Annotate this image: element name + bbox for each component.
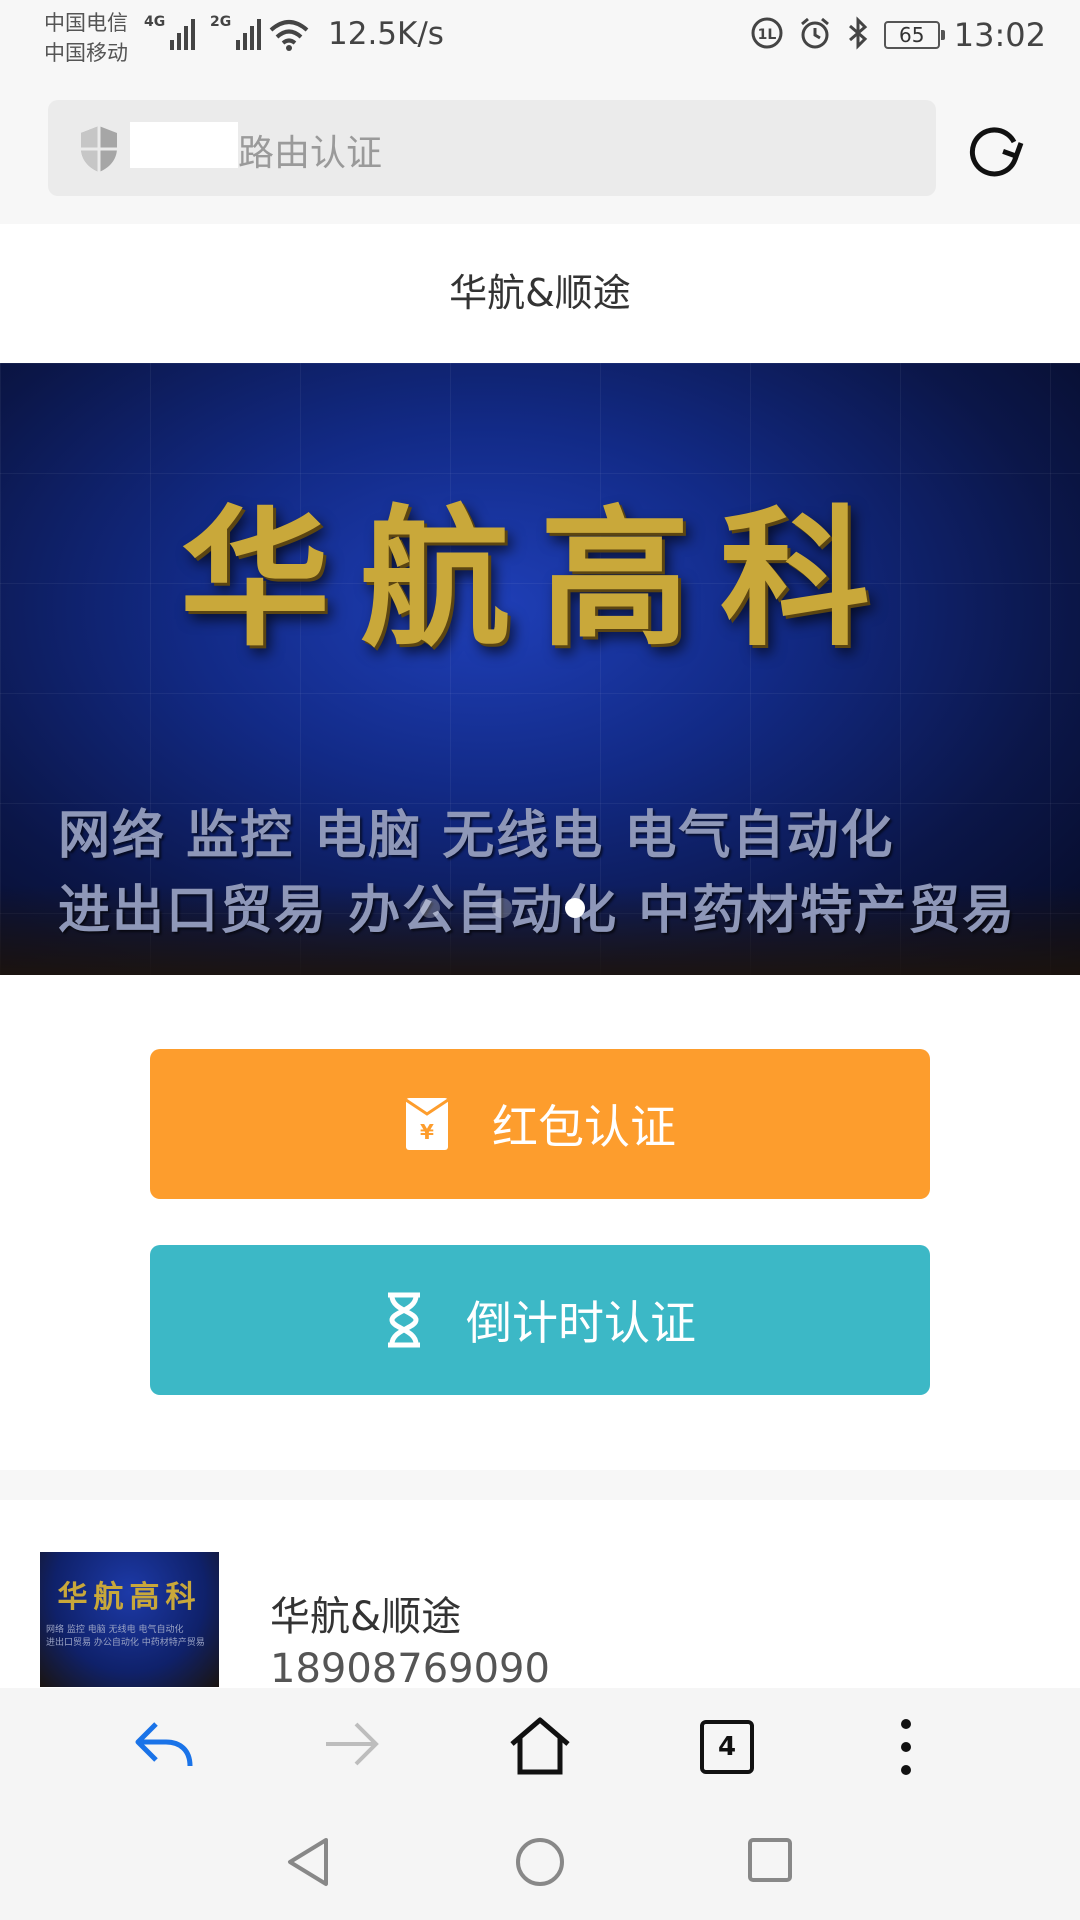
url-text[interactable]: 路由认证	[238, 124, 382, 176]
red-packet-auth-button[interactable]: ¥ 红包认证	[150, 1049, 930, 1199]
shield-icon	[78, 124, 120, 178]
back-arrow-icon[interactable]	[132, 1716, 196, 1776]
carrier-2: 中国移动	[44, 41, 128, 65]
more-vertical-icon[interactable]	[900, 1718, 912, 1780]
banner-sign-title: 华航高科	[179, 491, 900, 667]
browser-toolbar: 4	[0, 1688, 1080, 1806]
signal-2-gen: 2G	[210, 14, 232, 30]
carrier-names: 中国电信 中国移动	[44, 8, 128, 68]
address-bar[interactable]: 路由认证	[48, 100, 936, 196]
thumb-subtitle: 网络 监控 电脑 无线电 电气自动化 进出口贸易 办公自动化 中药材特产贸易	[46, 1624, 205, 1650]
redacted-region	[130, 122, 238, 168]
data-saver-icon: 1L	[750, 16, 784, 54]
svg-text:1L: 1L	[757, 27, 776, 43]
banner-sign-line-1: 网络 监控 电脑 无线电 电气自动化	[58, 806, 895, 866]
page-title: 华航&顺途	[449, 271, 631, 315]
countdown-auth-label: 倒计时认证	[466, 1296, 696, 1350]
square-recents-icon[interactable]	[746, 1836, 794, 1888]
banner-sign-line-2: 进出口贸易 办公自动化 中药材特产贸易	[58, 881, 1017, 941]
alarm-icon	[798, 16, 832, 54]
red-packet-icon: ¥	[404, 1096, 450, 1152]
shop-phone[interactable]: 18908769090	[270, 1646, 550, 1692]
wifi-icon	[268, 18, 310, 56]
system-nav-bar	[0, 1806, 1080, 1920]
carousel-dot-2[interactable]	[492, 898, 512, 918]
carousel-dot-1[interactable]	[420, 898, 440, 918]
bluetooth-icon	[846, 16, 870, 54]
carousel-dot-3[interactable]	[565, 898, 585, 918]
clock: 13:02	[953, 16, 1046, 54]
carrier-1: 中国电信	[44, 11, 128, 35]
thumb-title: 华航高科	[57, 1580, 202, 1615]
shop-thumbnail: 华航高科 网络 监控 电脑 无线电 电气自动化 进出口贸易 办公自动化 中药材特…	[40, 1552, 219, 1687]
browser-address-area: 路由认证	[0, 78, 1080, 224]
circle-home-icon[interactable]	[514, 1836, 566, 1892]
countdown-auth-button[interactable]: 倒计时认证	[150, 1245, 930, 1395]
signal-1-icon: 4G	[144, 14, 196, 50]
battery-icon: 65	[883, 21, 945, 49]
thumb-sub-line-1: 网络 监控 电脑 无线电 电气自动化	[46, 1625, 184, 1635]
shop-name: 华航&顺途	[270, 1594, 462, 1640]
banner-carousel[interactable]: 华航高科 网络 监控 电脑 无线电 电气自动化 进出口贸易 办公自动化 中药材特…	[0, 363, 1080, 975]
signal-2-icon: 2G	[210, 14, 262, 50]
red-packet-auth-label: 红包认证	[492, 1100, 676, 1154]
triangle-back-icon[interactable]	[284, 1836, 332, 1892]
svg-text:¥: ¥	[420, 1120, 434, 1144]
section-divider	[0, 1470, 1080, 1500]
reload-icon[interactable]	[966, 120, 1026, 184]
hourglass-icon	[384, 1292, 424, 1348]
signal-1-gen: 4G	[144, 14, 166, 30]
forward-arrow-icon[interactable]	[322, 1716, 382, 1776]
status-right-group: 1L 65 13:02	[750, 16, 1046, 54]
home-icon[interactable]	[508, 1716, 572, 1780]
tab-count-button[interactable]: 4	[700, 1720, 754, 1774]
status-bar: 中国电信 中国移动 4G 2G 12.5K/s 1L 65 13:02	[0, 0, 1080, 78]
thumb-sub-line-2: 进出口贸易 办公自动化 中药材特产贸易	[46, 1638, 205, 1648]
network-speed: 12.5K/s	[328, 16, 444, 52]
